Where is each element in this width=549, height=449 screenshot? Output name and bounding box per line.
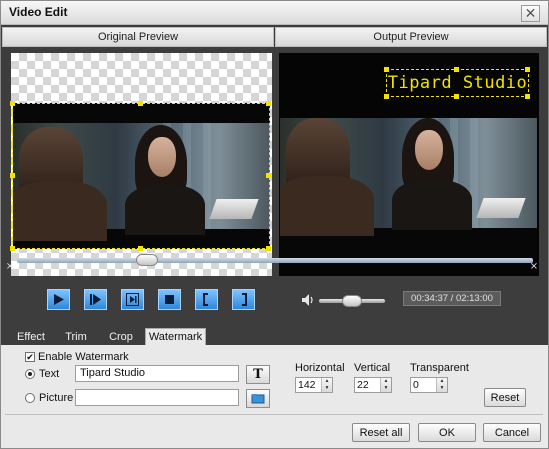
picture-path-input[interactable] <box>75 389 239 406</box>
ok-label: OK <box>439 426 455 439</box>
step-forward-button[interactable] <box>84 289 107 310</box>
output-video-frame <box>280 118 537 258</box>
watermark-handle[interactable] <box>454 94 459 99</box>
enable-watermark-label: Enable Watermark <box>38 351 129 363</box>
crop-handle[interactable] <box>266 101 271 106</box>
crop-handle[interactable] <box>10 101 15 106</box>
folder-icon <box>251 394 265 404</box>
transparent-spinner[interactable]: 0 ▲ ▼ <box>410 377 448 393</box>
crop-selection-box[interactable] <box>12 103 270 249</box>
next-frame-button[interactable] <box>121 289 144 310</box>
picture-radio[interactable] <box>25 393 35 403</box>
output-preview-header: Output Preview <box>275 27 547 47</box>
volume-icon[interactable] <box>301 293 315 307</box>
tab-label: Crop <box>109 330 133 343</box>
ok-button[interactable]: OK <box>418 423 476 442</box>
set-start-button[interactable] <box>195 289 218 310</box>
vertical-spinner[interactable]: 22 ▲ ▼ <box>354 377 392 393</box>
watermark-panel: ✔ Enable Watermark Text Tipard Studio T … <box>5 345 543 415</box>
text-option-label: Text <box>39 368 60 380</box>
watermark-text-input[interactable]: Tipard Studio <box>75 365 239 382</box>
output-preview-label: Output Preview <box>373 31 449 43</box>
watermark-handle[interactable] <box>384 94 389 99</box>
watermark-handle[interactable] <box>525 94 530 99</box>
tab-effect[interactable]: Effect <box>11 328 51 345</box>
volume-slider[interactable] <box>319 295 385 307</box>
vertical-value: 22 <box>357 379 369 391</box>
spinner-arrows-icon[interactable]: ▲ ▼ <box>436 378 447 392</box>
watermark-handle[interactable] <box>454 67 459 72</box>
edit-tabs: Effect Trim Crop Watermark <box>1 325 548 345</box>
horizontal-spinner[interactable]: 142 ▲ ▼ <box>295 377 333 393</box>
watermark-handle[interactable] <box>525 67 530 72</box>
title-bar: Video Edit ✕ <box>1 1 548 25</box>
right-bracket-icon <box>242 293 247 306</box>
set-end-button[interactable] <box>232 289 255 310</box>
crop-handle[interactable] <box>138 246 143 251</box>
browse-picture-button[interactable] <box>246 389 270 408</box>
close-button[interactable]: ✕ <box>521 5 540 22</box>
spinner-arrows-icon[interactable]: ▲ ▼ <box>321 378 332 392</box>
reset-all-label: Reset all <box>359 426 403 439</box>
crop-handle[interactable] <box>266 246 271 251</box>
trim-end-marker-icon[interactable]: ⨯ <box>529 261 539 273</box>
left-bracket-icon <box>203 293 208 306</box>
timeline-knob[interactable] <box>136 254 158 266</box>
crop-handle[interactable] <box>10 173 15 178</box>
cancel-button[interactable]: Cancel <box>483 423 541 442</box>
next-frame-icon <box>126 293 139 306</box>
tab-label: Trim <box>65 330 87 343</box>
tab-label: Watermark <box>148 331 203 343</box>
stop-button[interactable] <box>158 289 181 310</box>
transparent-value: 0 <box>413 379 419 391</box>
reset-label: Reset <box>490 391 520 404</box>
crop-handle[interactable] <box>266 173 271 178</box>
time-display: 00:34:37 / 02:13:00 <box>403 291 501 306</box>
crop-handle[interactable] <box>138 101 143 106</box>
cancel-label: Cancel <box>494 426 530 439</box>
crop-handle[interactable] <box>10 246 15 251</box>
volume-knob[interactable] <box>342 295 362 307</box>
video-edit-window: Video Edit ✕ Original Preview Output Pre… <box>0 0 549 449</box>
step-forward-icon <box>90 294 101 305</box>
original-preview-label: Original Preview <box>97 31 179 43</box>
play-button[interactable] <box>47 289 70 310</box>
reset-button[interactable]: Reset <box>484 388 526 407</box>
play-icon <box>54 294 64 305</box>
watermark-handle[interactable] <box>384 67 389 72</box>
tab-watermark[interactable]: Watermark <box>145 328 206 345</box>
horizontal-label: Horizontal <box>295 362 345 374</box>
window-title: Video Edit <box>9 5 68 19</box>
watermark-overlay[interactable]: Tipard Studio <box>386 69 529 97</box>
trim-start-marker-icon[interactable]: ⨯ <box>5 261 15 273</box>
preview-area: Original Preview Output Preview Tipard S… <box>1 25 548 325</box>
text-radio[interactable] <box>25 369 35 379</box>
output-preview: Tipard Studio <box>279 53 539 276</box>
reset-all-button[interactable]: Reset all <box>352 423 410 442</box>
text-font-button[interactable]: T <box>246 365 270 384</box>
original-preview-header: Original Preview <box>2 27 274 47</box>
timeline-slider[interactable] <box>17 254 533 266</box>
video-scene <box>280 118 537 236</box>
stop-icon <box>165 295 174 304</box>
transparent-label: Transparent <box>410 362 469 374</box>
tab-trim[interactable]: Trim <box>59 328 93 345</box>
original-preview <box>10 53 272 276</box>
spinner-arrows-icon[interactable]: ▲ ▼ <box>380 378 391 392</box>
close-icon: ✕ <box>524 5 537 21</box>
enable-watermark-checkbox[interactable]: ✔ <box>25 352 35 362</box>
tab-label: Effect <box>17 330 45 343</box>
horizontal-value: 142 <box>298 379 316 391</box>
font-t-icon: T <box>253 367 263 382</box>
tab-crop[interactable]: Crop <box>104 328 138 345</box>
picture-option-label: Picture <box>39 392 74 404</box>
vertical-label: Vertical <box>354 362 391 374</box>
watermark-overlay-text: Tipard Studio <box>387 73 528 93</box>
